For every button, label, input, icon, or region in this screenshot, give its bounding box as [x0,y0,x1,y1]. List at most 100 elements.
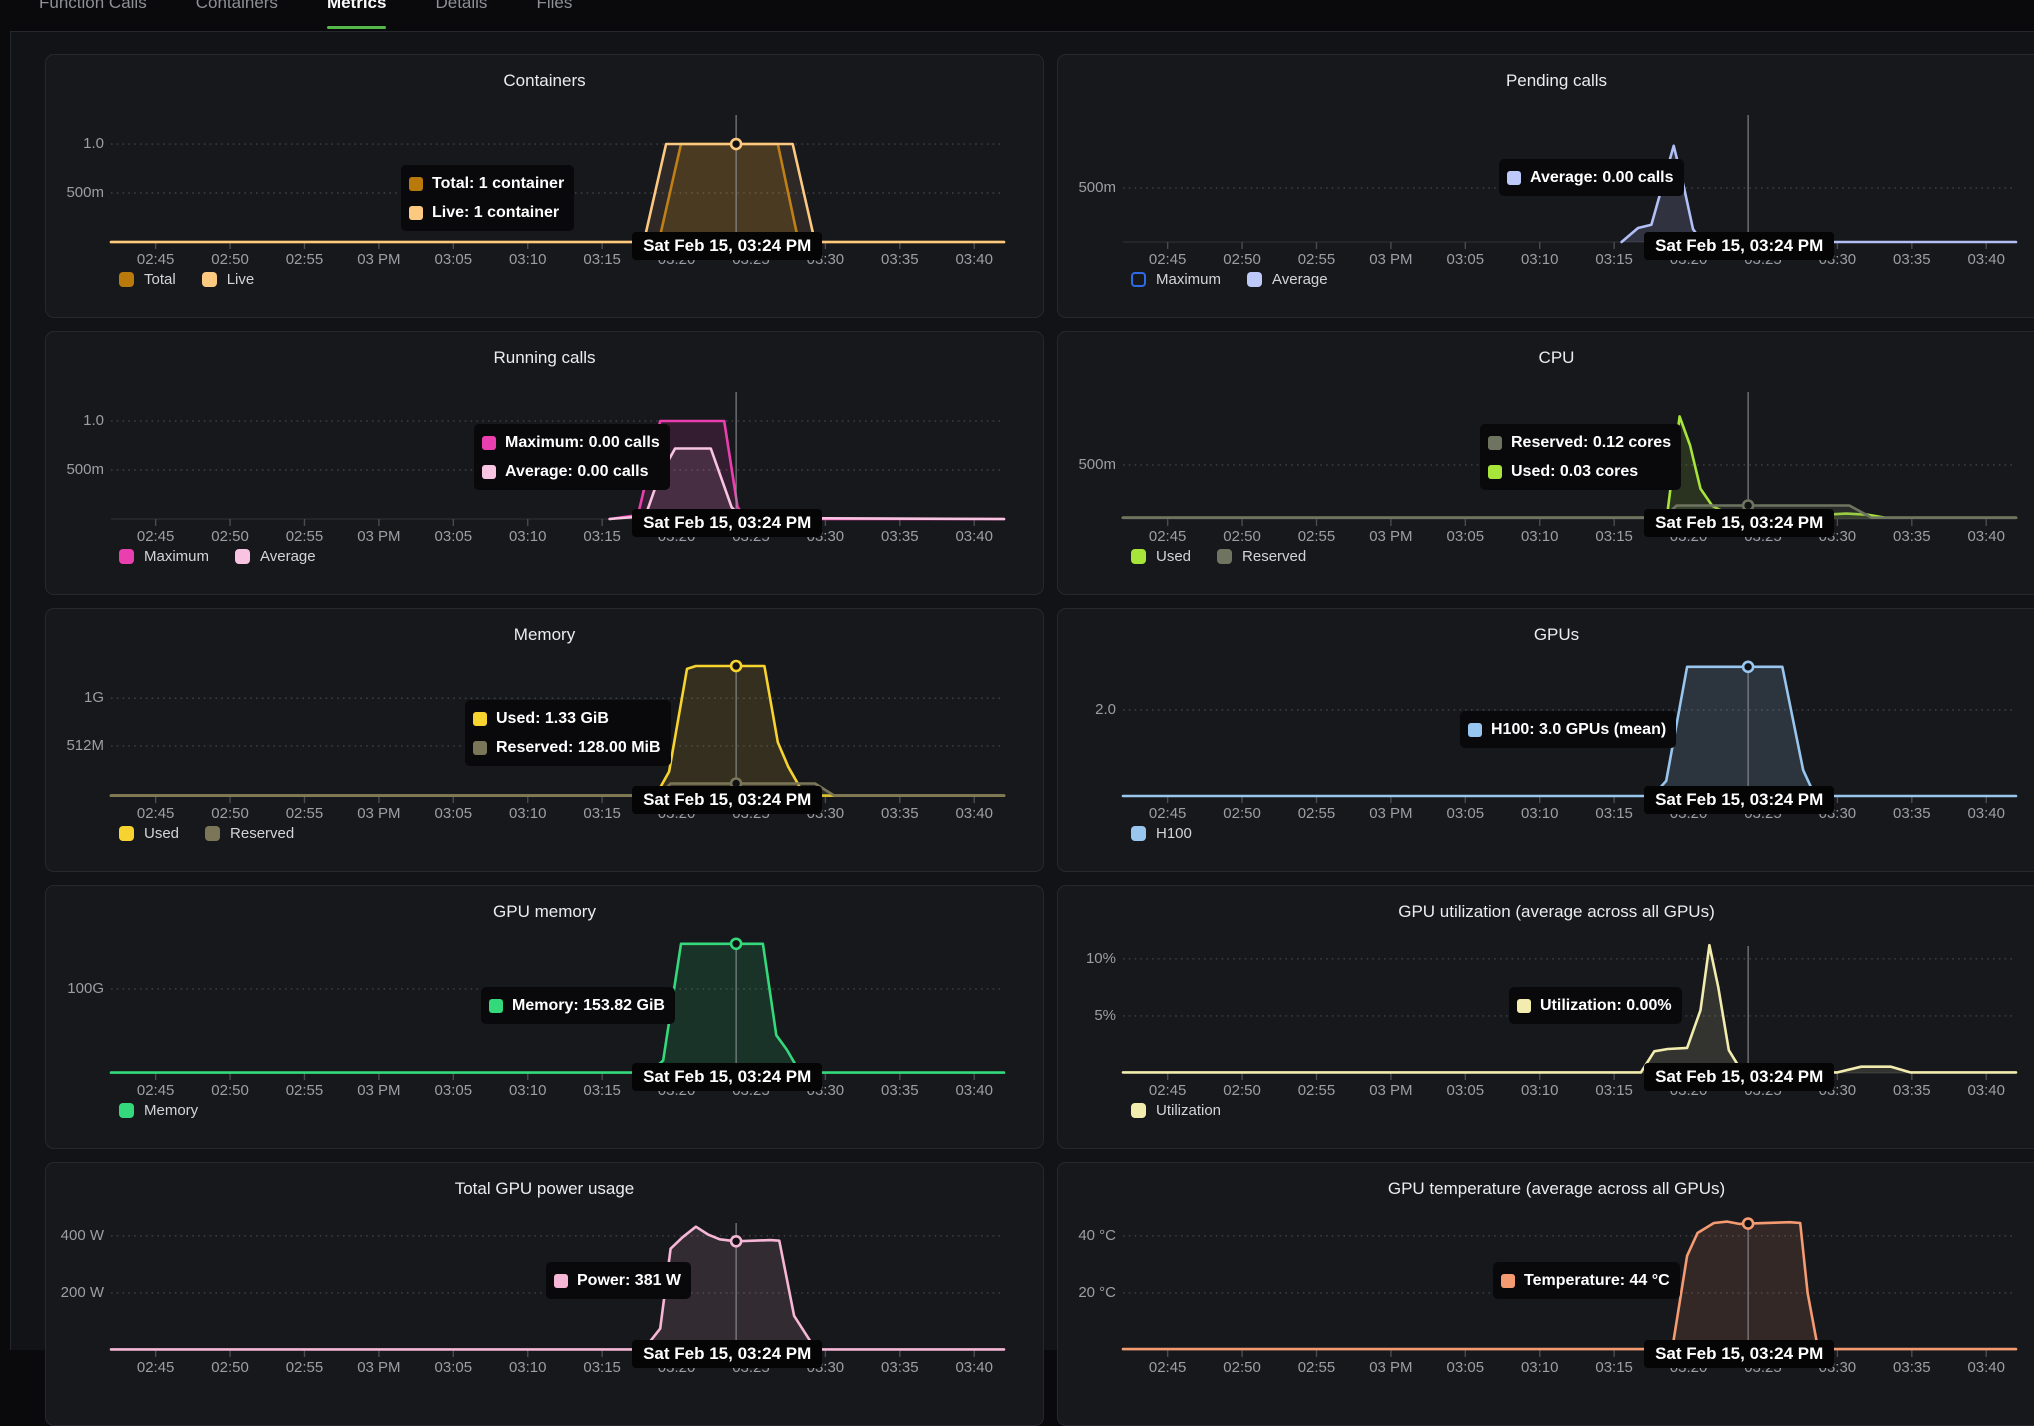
legend-label: Average [1272,271,1328,288]
legend-item[interactable]: H100 [1131,825,1192,842]
y-tick-label: 5% [1058,1007,1116,1024]
chart-card: GPU temperature (average across all GPUs… [1057,1162,2034,1426]
tooltip-line: Average: 0.00 calls [482,457,660,486]
chart-title: CPU [1058,348,2034,368]
chart-title: Memory [46,625,1043,645]
legend-label: Live [227,271,255,288]
tooltip-swatch-icon [1517,999,1531,1013]
x-tick-label: 03 PM [347,805,411,822]
chart-card: Running calls 1.0500m 02:4502:5002:5503 … [45,331,1044,595]
x-tick-label: 02:45 [1136,805,1200,822]
x-tick-label: 03:40 [1954,1082,2018,1099]
x-tick-label: 02:55 [1284,1359,1348,1376]
x-tick-label: 02:45 [1136,1359,1200,1376]
x-tick-label: 03:35 [868,1359,932,1376]
legend-item[interactable]: Used [1131,548,1191,565]
tooltip-text: Live: 1 container [432,204,559,222]
legend-item[interactable]: Utilization [1131,1102,1221,1119]
tooltip-line: Memory: 153.82 GiB [489,991,665,1020]
tab-metrics[interactable]: Metrics [327,0,387,31]
legend-item[interactable]: Average [235,548,316,565]
x-tick-label: 03:15 [570,805,634,822]
tooltip-swatch-icon [1488,436,1502,450]
tab-files[interactable]: Files [536,0,572,31]
tooltip-text: Utilization: 0.00% [1540,997,1672,1015]
legend-item[interactable]: Memory [119,1102,198,1119]
chart-card: Containers 1.0500m 02:4502:5002:5503 PM0… [45,54,1044,318]
cursor-date-tooltip: Sat Feb 15, 03:24 PM [1644,1063,1834,1091]
x-tick-label: 03:15 [1582,805,1646,822]
x-tick-label: 03:40 [942,251,1006,268]
tab-details[interactable]: Details [435,0,487,31]
tooltip-swatch-icon [409,177,423,191]
tooltip-line: Used: 1.33 GiB [473,704,661,733]
x-tick-label: 03:40 [1954,1359,2018,1376]
tooltip-line: Reserved: 128.00 MiB [473,733,661,762]
cursor-date-tooltip: Sat Feb 15, 03:24 PM [632,1063,822,1091]
x-tick-label: 03:40 [1954,528,2018,545]
tooltip-text: Average: 0.00 calls [505,463,649,481]
legend-item[interactable]: Reserved [1217,548,1306,565]
tooltip-line: H100: 3.0 GPUs (mean) [1468,715,1666,744]
legend-swatch-icon [205,826,220,841]
tooltip-line: Average: 0.00 calls [1507,163,1674,192]
tooltip-swatch-icon [473,741,487,755]
legend-item[interactable]: Total [119,271,176,288]
x-tick-label: 03:05 [421,1359,485,1376]
chart-legend: Used Reserved [1131,548,1306,565]
y-tick-label: 20 °C [1058,1284,1116,1301]
x-tick-label: 03 PM [1359,805,1423,822]
value-tooltip: Average: 0.00 calls [1499,159,1684,196]
tab-function-calls[interactable]: Function Calls [39,0,147,31]
y-tick-label: 1.0 [46,135,104,152]
x-tick-label: 02:45 [124,528,188,545]
x-tick-label: 03:35 [1880,528,1944,545]
legend-item[interactable]: Live [202,271,255,288]
x-tick-label: 03:05 [421,1082,485,1099]
y-tick-label: 512M [46,737,104,754]
legend-label: Utilization [1156,1102,1221,1119]
tooltip-swatch-icon [409,206,423,220]
x-tick-label: 02:50 [1210,805,1274,822]
chart-legend: Utilization [1131,1102,1221,1119]
cursor-date-tooltip: Sat Feb 15, 03:24 PM [1644,509,1834,537]
legend-item[interactable]: Average [1247,271,1328,288]
x-tick-label: 02:55 [272,1359,336,1376]
x-tick-label: 03:35 [868,805,932,822]
x-tick-label: 03:35 [868,1082,932,1099]
y-tick-label: 10% [1058,950,1116,967]
x-tick-label: 03:05 [421,528,485,545]
chart-title: GPUs [1058,625,2034,645]
legend-swatch-icon [1131,272,1146,287]
chart-legend: Maximum Average [1131,271,1328,288]
x-tick-label: 03:35 [1880,1359,1944,1376]
legend-item[interactable]: Maximum [119,548,209,565]
cursor-date-tooltip: Sat Feb 15, 03:24 PM [632,232,822,260]
x-tick-label: 03:15 [1582,251,1646,268]
x-tick-label: 02:45 [124,805,188,822]
x-tick-label: 03:10 [496,251,560,268]
tooltip-swatch-icon [473,712,487,726]
tooltip-line: Maximum: 0.00 calls [482,428,660,457]
legend-item[interactable]: Maximum [1131,271,1221,288]
x-tick-label: 02:55 [272,528,336,545]
x-tick-label: 03:40 [942,528,1006,545]
cursor-date-tooltip: Sat Feb 15, 03:24 PM [632,786,822,814]
legend-item[interactable]: Reserved [205,825,294,842]
legend-label: Average [260,548,316,565]
chart-card: GPU utilization (average across all GPUs… [1057,885,2034,1149]
tooltip-text: Power: 381 W [577,1272,681,1290]
x-tick-label: 03:15 [570,528,634,545]
x-tick-label: 03:15 [570,251,634,268]
x-tick-label: 02:50 [198,805,262,822]
legend-swatch-icon [1217,549,1232,564]
top-tab-bar: Function Calls Containers Metrics Detail… [0,0,2034,31]
tooltip-swatch-icon [1507,171,1521,185]
legend-label: Maximum [1156,271,1221,288]
x-tick-label: 03:40 [1954,805,2018,822]
legend-item[interactable]: Used [119,825,179,842]
tab-containers[interactable]: Containers [196,0,278,31]
cursor-date-tooltip: Sat Feb 15, 03:24 PM [1644,232,1834,260]
x-tick-label: 03:10 [496,528,560,545]
chart-card: GPU memory 100G 02:4502:5002:5503 PM03:0… [45,885,1044,1149]
